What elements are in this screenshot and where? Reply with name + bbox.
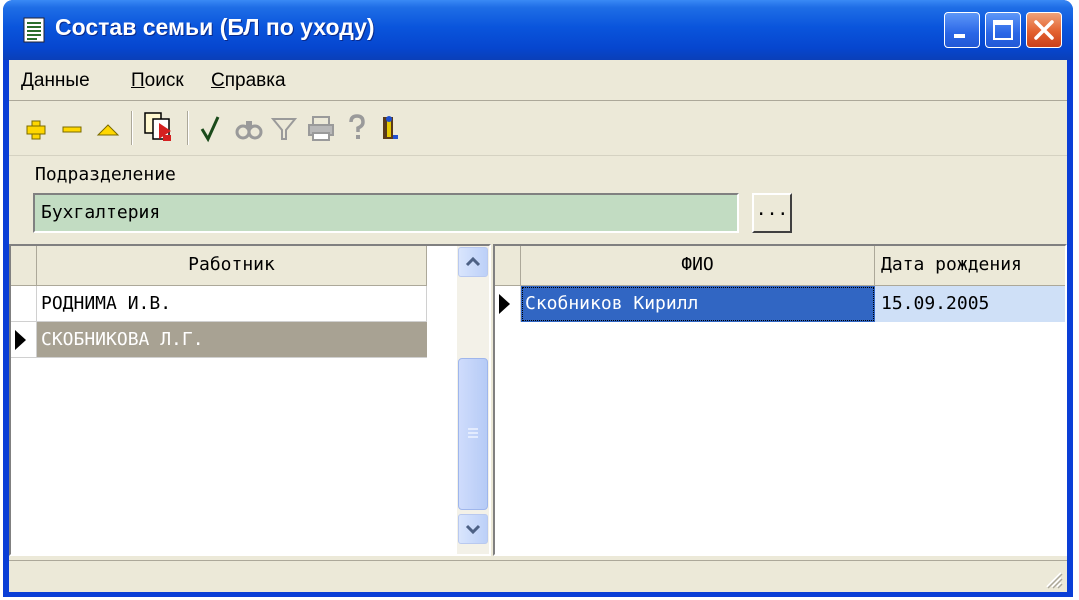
close-button[interactable] [1026,12,1062,48]
employees-grid: Работник РОДНИМА И.В. СКОБНИКОВА Л.Г. [9,244,491,556]
toolbar-separator [131,111,133,145]
menu-help[interactable]: Справка [211,70,286,92]
family-grid: ФИО Дата рождения Скобников Кирилл 15.09… [493,244,1067,556]
minimize-button[interactable] [944,12,980,48]
client-area: Данные Поиск Справка Подразделение Бухга… [9,60,1067,592]
menu-data[interactable]: Данные [21,70,90,92]
chevron-up-icon [465,256,481,267]
minimize-icon [954,34,965,38]
toolbar-separator [187,111,189,145]
table-row-selected[interactable]: СКОБНИКОВА Л.Г. [37,322,427,358]
department-value: Бухгалтерия [41,202,161,223]
toolbar [9,101,1067,156]
find-icon[interactable] [235,113,263,143]
maximize-button[interactable] [985,12,1021,48]
print-icon[interactable] [307,113,335,143]
export-icon[interactable] [141,109,177,145]
employees-vertical-scrollbar[interactable] [457,246,489,554]
current-row-arrow-icon [15,330,26,350]
current-row-arrow-icon [499,294,510,314]
department-label: Подразделение [35,164,176,185]
add-icon[interactable] [23,113,49,143]
table-row[interactable]: РОДНИМА И.В. [37,286,427,322]
maximize-icon [993,20,1013,40]
row-indicator [11,286,37,322]
menu-search[interactable]: Поиск [131,70,184,92]
window-title: Состав семьи (БЛ по уходу) [55,14,375,40]
department-field[interactable]: Бухгалтерия [33,193,739,233]
scroll-up-button[interactable] [458,247,488,277]
app-document-icon [23,17,45,43]
title-bar[interactable]: Состав семьи (БЛ по уходу) [3,0,1073,60]
delete-icon[interactable] [59,113,85,143]
exit-icon[interactable] [379,113,403,143]
filter-icon[interactable] [271,113,297,143]
table-row-selected[interactable]: Скобников Кирилл [521,286,875,322]
column-header-fio[interactable]: ФИО [521,246,875,286]
application-window: Состав семьи (БЛ по уходу) Данные Поиск … [3,0,1073,597]
birth-date-cell[interactable]: 15.09.2005 [875,286,1065,322]
row-indicator-current [495,286,521,322]
close-icon [1034,20,1054,40]
indicator-header [495,246,521,286]
resize-grip-icon[interactable] [1043,569,1063,589]
indicator-header [11,246,37,286]
menu-bar: Данные Поиск Справка [9,60,1067,101]
apply-check-icon[interactable] [199,113,221,143]
column-header-birth-date[interactable]: Дата рождения [875,246,1065,286]
scroll-thumb[interactable] [458,358,488,510]
chevron-down-icon [465,524,481,535]
row-indicator-current [11,322,37,358]
grip-lines-icon [468,428,478,438]
scroll-down-button[interactable] [458,514,488,544]
column-header-employee[interactable]: Работник [37,246,427,286]
status-bar [9,560,1067,592]
help-icon[interactable] [347,113,367,143]
edit-icon[interactable] [95,113,121,143]
department-browse-button[interactable]: ... [752,193,792,233]
